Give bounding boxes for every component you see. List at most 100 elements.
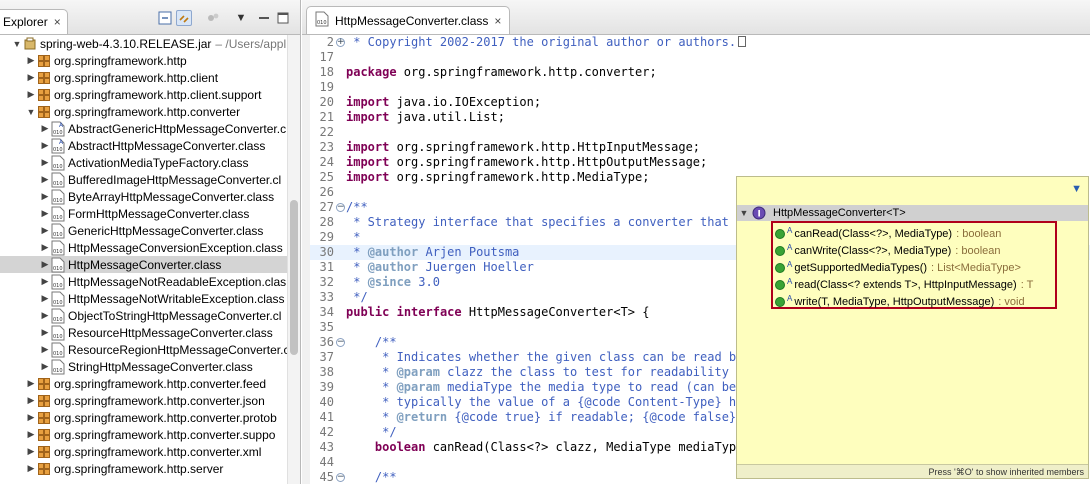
method-signature: canWrite(Class<?>, MediaType) [794, 244, 952, 257]
code-line[interactable]: 23 import org.springframework.http.HttpIn… [310, 140, 1090, 155]
tree-item-class[interactable]: ▶ 010 HttpMessageConversionException.class [0, 239, 300, 256]
svg-text:010: 010 [53, 232, 63, 238]
line-number: 30 [319, 245, 334, 259]
collapsed-arrow-icon[interactable]: ▶ [40, 310, 50, 321]
tree-item-class[interactable]: ▶ 010 StringHttpMessageConverter.class [0, 358, 300, 375]
tree-item-class[interactable]: ▶ 010 GenericHttpMessageConverter.class [0, 222, 300, 239]
explorer-tab[interactable]: Explorer × [0, 9, 68, 34]
code-line[interactable]: 21 import java.util.List; [310, 110, 1090, 125]
tree-item-package[interactable]: ▶ org.springframework.http [0, 52, 300, 69]
code-line[interactable]: 19 [310, 80, 1090, 95]
collapsed-arrow-icon[interactable]: ▶ [40, 157, 50, 168]
tree-item-class[interactable]: ▶ 010 HttpMessageNotReadableException.clas [0, 273, 300, 290]
chevron-down-icon[interactable]: ▼ [1071, 183, 1082, 195]
tree-item-class[interactable]: ▶ 010 HttpMessageConverter.class [0, 256, 300, 273]
close-icon[interactable]: × [54, 16, 61, 28]
line-number: 42 [319, 425, 334, 439]
maximize-icon[interactable] [275, 10, 291, 26]
class-file-icon: 010 [50, 308, 66, 324]
expand-fold-icon[interactable]: + [336, 38, 345, 47]
tree-item-class[interactable]: ▶ 010 ResourceHttpMessageConverter.class [0, 324, 300, 341]
collapsed-arrow-icon[interactable]: ▶ [40, 208, 50, 219]
tree-item-package[interactable]: ▶ org.springframework.http.client [0, 69, 300, 86]
collapsed-arrow-icon[interactable]: ▶ [40, 361, 50, 372]
outline-method-item[interactable]: Awrite(T, MediaType, HttpOutputMessage):… [775, 293, 1025, 310]
collapsed-arrow-icon[interactable]: ▶ [40, 191, 50, 202]
expand-arrow-icon[interactable]: ▼ [737, 208, 751, 218]
collapsed-arrow-icon[interactable]: ▶ [40, 174, 50, 185]
tree-item-package[interactable]: ▶ org.springframework.http.converter.json [0, 392, 300, 409]
collapsed-arrow-icon[interactable]: ▶ [26, 55, 36, 66]
code-line[interactable]: 2 + * Copyright 2002-2017 the original au… [310, 35, 1090, 50]
collapsed-arrow-icon[interactable]: ▶ [26, 429, 36, 440]
tree-item-label: ByteArrayHttpMessageConverter.class [68, 189, 275, 204]
collapsed-arrow-icon[interactable]: ▶ [26, 72, 36, 83]
code-line[interactable]: 22 [310, 125, 1090, 140]
tree-item-class[interactable]: ▶ 010 FormHttpMessageConverter.class [0, 205, 300, 222]
tree-item-class[interactable]: ▶ 010 A AbstractGenericHttpMessageConverter… [0, 120, 300, 137]
collapsed-arrow-icon[interactable]: ▶ [26, 446, 36, 457]
collapse-fold-icon[interactable]: − [336, 473, 345, 482]
outline-type-row[interactable]: ▼ I HttpMessageConverter<T> [737, 205, 1088, 221]
explorer-scrollbar-thumb[interactable] [290, 200, 298, 355]
minimize-icon[interactable] [256, 10, 272, 26]
tree-item-class[interactable]: ▶ 010 ByteArrayHttpMessageConverter.class [0, 188, 300, 205]
collapsed-arrow-icon[interactable]: ▶ [26, 395, 36, 406]
explorer-scrollbar[interactable] [287, 35, 300, 484]
tree-item-package[interactable]: ▼ org.springframework.http.converter [0, 103, 300, 120]
expanded-arrow-icon[interactable]: ▼ [12, 39, 22, 49]
collapsed-arrow-icon[interactable]: ▶ [40, 276, 50, 287]
tree-item-class[interactable]: ▶ 010 ResourceRegionHttpMessageConverter.c [0, 341, 300, 358]
tree-item-class[interactable]: ▶ 010 A AbstractHttpMessageConverter.class [0, 137, 300, 154]
collapsed-arrow-icon[interactable]: ▶ [40, 140, 50, 151]
tree-item-package[interactable]: ▶ org.springframework.http.converter.prot… [0, 409, 300, 426]
tree-item-package[interactable]: ▶ org.springframework.http.converter.supp… [0, 426, 300, 443]
code-line[interactable]: 18 package org.springframework.http.conve… [310, 65, 1090, 80]
collapsed-arrow-icon[interactable]: ▶ [40, 259, 50, 270]
outline-filter-area[interactable]: ▼ [737, 177, 1088, 203]
tree-item-package[interactable]: ▶ org.springframework.http.converter.xml [0, 443, 300, 460]
tree-item-package[interactable]: ▶ org.springframework.http.client.support [0, 86, 300, 103]
keyword-token: interface [396, 305, 462, 319]
comment-token: mediaType the media type to read (can be… [439, 380, 751, 394]
expanded-arrow-icon[interactable]: ▼ [26, 107, 36, 117]
collapse-all-icon[interactable] [157, 10, 173, 26]
collapsed-arrow-icon[interactable]: ▶ [26, 463, 36, 474]
collapse-fold-icon[interactable]: − [336, 338, 345, 347]
collapsed-arrow-icon[interactable]: ▶ [40, 293, 50, 304]
collapsed-arrow-icon[interactable]: ▶ [26, 378, 36, 389]
tree-item-package[interactable]: ▶ org.springframework.http.converter.feed [0, 375, 300, 392]
tree-item-class[interactable]: ▶ 010 HttpMessageNotWritableException.clas… [0, 290, 300, 307]
link-with-editor-icon[interactable] [176, 10, 192, 26]
collapsed-arrow-icon[interactable]: ▶ [40, 123, 50, 134]
tree-item-class[interactable]: ▶ 010 ActivationMediaTypeFactory.class [0, 154, 300, 171]
editor-tab-httpmessageconverter[interactable]: 010 HttpMessageConverter.class × [306, 6, 511, 34]
tree-item-label: HttpMessageConversionException.class [68, 240, 283, 255]
collapsed-arrow-icon[interactable]: ▶ [40, 225, 50, 236]
collapsed-arrow-icon[interactable]: ▶ [26, 89, 36, 100]
code-line[interactable]: 17 [310, 50, 1090, 65]
outline-method-item[interactable]: AcanRead(Class<?>, MediaType): boolean [775, 225, 1001, 242]
outline-method-item[interactable]: Aread(Class<? extends T>, HttpInputMessa… [775, 276, 1033, 293]
tree-item-package[interactable]: ▶ org.springframework.http.server [0, 460, 300, 477]
collapsed-arrow-icon[interactable]: ▶ [40, 242, 50, 253]
collapsed-arrow-icon[interactable]: ▶ [26, 412, 36, 423]
comment-token: /** [346, 335, 397, 349]
tree-item-class[interactable]: ▶ 010 BufferedImageHttpMessageConverter.cl [0, 171, 300, 188]
code-text: import org.springframework.http.HttpInpu… [346, 140, 700, 155]
code-line[interactable]: 24 import org.springframework.http.HttpOu… [310, 155, 1090, 170]
view-menu-icon[interactable]: ▼ [233, 10, 249, 26]
outline-status: Press '⌘O' to show inherited members [737, 464, 1088, 478]
collapse-fold-icon[interactable]: − [336, 203, 345, 212]
outline-method-item[interactable]: AcanWrite(Class<?>, MediaType): boolean [775, 242, 1001, 259]
collapsed-arrow-icon[interactable]: ▶ [40, 344, 50, 355]
collapsed-arrow-icon[interactable]: ▶ [40, 327, 50, 338]
focus-on-task-icon[interactable] [205, 10, 221, 26]
keyword-token: boolean [374, 440, 426, 454]
outline-method-item[interactable]: AgetSupportedMediaTypes(): List<MediaTyp… [775, 259, 1021, 276]
tree-item-jar[interactable]: ▼ spring-web-4.3.10.RELEASE.jar – /Users/a… [0, 35, 298, 52]
code-token: java.util.List; [389, 110, 505, 124]
tree-item-class[interactable]: ▶ 010 ObjectToStringHttpMessageConverter.c… [0, 307, 300, 324]
code-line[interactable]: 20 import java.io.IOException; [310, 95, 1090, 110]
close-icon[interactable]: × [494, 15, 501, 27]
